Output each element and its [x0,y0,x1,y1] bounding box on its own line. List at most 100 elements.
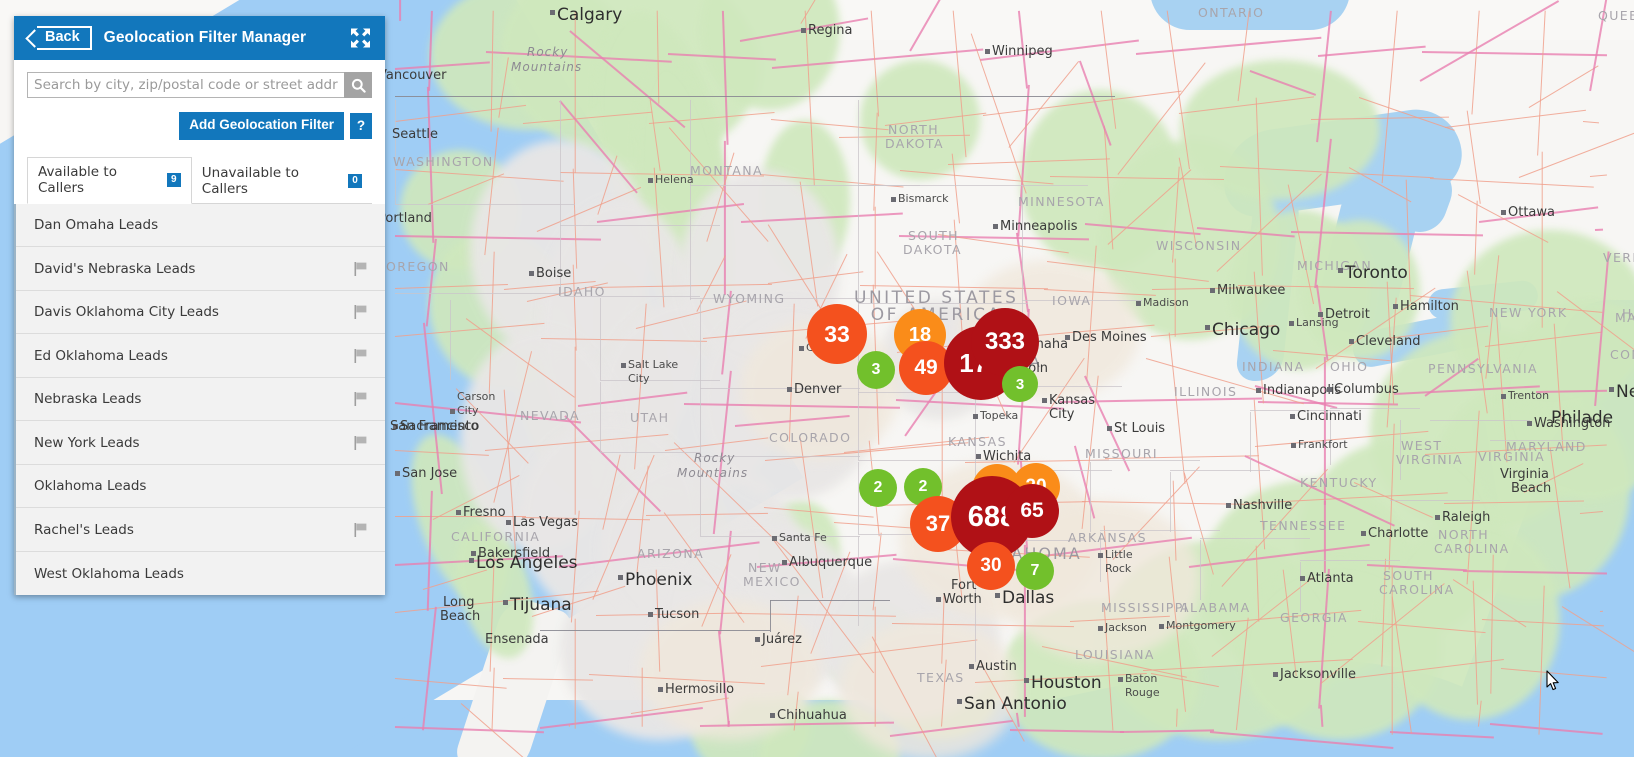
list-item-label: Dan Omaha Leads [34,217,159,234]
flag-icon[interactable] [354,522,367,537]
map-cluster-marker[interactable]: 65 [1003,482,1061,540]
map-border-line [770,600,890,601]
map-city-dot [1300,576,1305,581]
back-button-label: Back [37,25,92,51]
map-city-dot [1136,301,1141,306]
tab-available-to-callers[interactable]: Available to Callers 9 [27,156,192,204]
map-border-line [1430,420,1530,421]
map-city-dot [469,558,474,563]
map-road [568,724,570,727]
map-city-dot [1107,426,1112,431]
cluster-count: 3 [857,351,895,389]
map-cluster-marker[interactable]: 2 [858,468,898,508]
map-border-line [1490,440,1580,441]
filter-list: Dan Omaha Leads David's Nebraska Leads Dav… [14,203,385,596]
map-border-line [1170,472,1171,532]
expand-fullscreen-icon[interactable] [350,28,371,49]
list-item[interactable]: Dan Omaha Leads [16,203,385,248]
map-cluster-marker[interactable]: 30 [965,540,1017,592]
map-border-line [1330,408,1420,409]
hudson-bay-hint [1150,0,1350,30]
tab-unavailable-to-callers[interactable]: Unavailable to Callers 0 [192,159,372,204]
map-city-dot [801,28,806,33]
map-border-line [600,452,700,453]
map-cluster-marker[interactable]: 3 [856,350,896,390]
list-item[interactable]: Davis Oklahoma City Leads [16,290,385,335]
map-city-dot [1318,312,1323,317]
map-road [724,140,726,295]
map-border-line [395,204,575,205]
map-cluster-marker[interactable]: 7 [1015,551,1055,591]
map-city-dot [1159,624,1164,629]
flag-icon[interactable] [354,392,367,407]
map-road [1324,500,1326,573]
map-road [874,206,876,289]
map-border-line [1170,470,1270,471]
map-city-dot [503,600,508,605]
list-item-label: David's Nebraska Leads [34,260,196,277]
flag-icon[interactable] [354,435,367,450]
map-city-dot [1065,335,1070,340]
map-city-dot [456,510,461,515]
map-border-line [600,382,601,452]
map-border-line [858,460,1028,461]
map-road [641,667,643,727]
list-item-label: West Oklahoma Leads [34,565,184,582]
map-border-line [858,303,1028,304]
map-road [574,346,576,515]
map-border-line [700,536,860,537]
map-border-line [1022,185,1023,305]
map-border-line [1330,410,1331,465]
search-row [27,72,372,98]
list-item[interactable]: David's Nebraska Leads [16,247,385,291]
map-city-dot [976,454,981,459]
map-border-line [858,462,859,534]
map-city-dot [772,536,777,541]
map-cluster-marker[interactable]: 33 [807,304,867,364]
page-title: Geolocation Filter Manager [103,29,307,46]
map-city-dot [770,713,775,718]
map-city-dot [1527,421,1532,426]
help-button[interactable]: ? [350,112,372,139]
map-city-dot [1256,388,1261,393]
map-border-line [540,630,770,631]
search-input[interactable] [27,72,344,98]
map-city-dot [1393,304,1398,309]
add-geolocation-filter-button[interactable]: Add Geolocation Filter [179,112,344,140]
list-item[interactable]: Ed Oklahoma Leads [16,334,385,378]
flag-icon[interactable] [354,348,367,363]
map-border-line [1250,410,1340,411]
map-border-line [395,293,565,294]
panel-body: Add Geolocation Filter ? Available to Ca… [14,60,385,204]
list-item[interactable]: New York Leads [16,421,385,465]
search-icon[interactable] [344,72,372,98]
map-city-dot [1226,503,1231,508]
list-item[interactable]: West Oklahoma Leads [16,551,385,596]
back-button[interactable]: Back [25,25,92,51]
list-item-label: Davis Oklahoma City Leads [34,304,219,321]
cluster-count: 30 [967,542,1015,590]
flag-icon[interactable] [354,261,367,276]
map-cluster-marker[interactable]: 333 [970,307,1040,377]
map-city-dot [995,593,1000,598]
map-border-line [700,456,860,457]
flag-icon[interactable] [354,305,367,320]
map-border-line [560,225,720,226]
cluster-count: 3 [1002,366,1038,402]
list-item[interactable]: Nebraska Leads [16,377,385,422]
map-road [1174,258,1176,337]
map-road [1599,610,1604,613]
map-city-dot [1435,515,1440,520]
map-cluster-marker[interactable]: 3 [1001,365,1039,403]
map-city-dot [1205,325,1210,330]
map-terrain-blob [640,600,820,740]
map-city-dot [1349,339,1354,344]
list-item[interactable]: Rachel's Leads [16,508,385,552]
cluster-count: 333 [971,308,1039,376]
tab-count-badge: 0 [348,173,362,188]
geolocation-filter-panel: Back Geolocation Filter Manager Search b… [14,16,385,596]
map-city-dot [1290,414,1295,419]
list-item[interactable]: Oklahoma Leads [16,464,385,509]
map-city-dot [1118,677,1123,682]
map-border-line [1250,412,1251,472]
